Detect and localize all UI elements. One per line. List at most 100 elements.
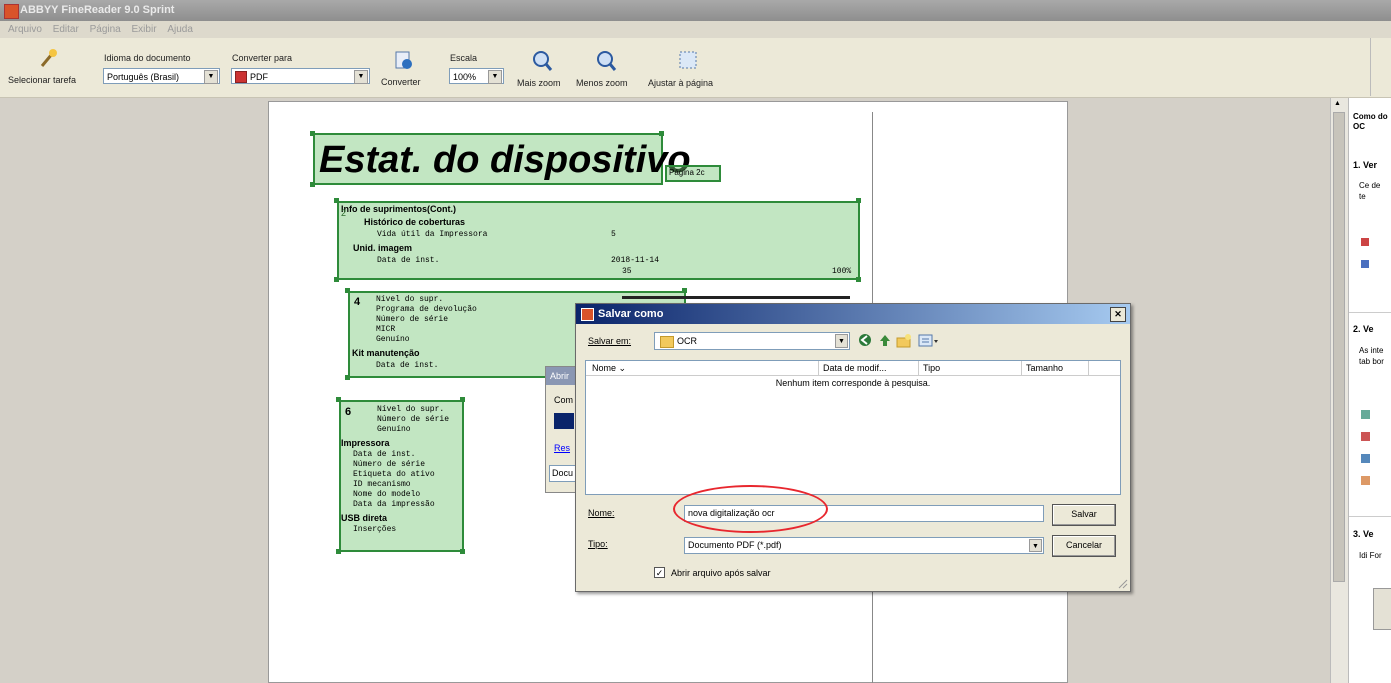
- zone4-line-5: Genuíno: [376, 335, 410, 344]
- menu-exibir[interactable]: Exibir: [132, 24, 157, 35]
- imaging-unit-heading: Unid. imagem: [353, 243, 413, 253]
- language-select[interactable]: Português (Brasil) ▼: [103, 68, 220, 84]
- wand-icon: [40, 49, 57, 67]
- zone-handle[interactable]: [856, 277, 861, 282]
- help-step-3-text: Idi For: [1359, 551, 1382, 560]
- menu-bar: Arquivo Editar Página Exibir Ajuda: [0, 21, 1391, 38]
- chevron-down-icon[interactable]: ▼: [488, 70, 502, 84]
- chevron-down-icon[interactable]: ▼: [1029, 539, 1042, 552]
- zone-handle[interactable]: [460, 397, 465, 402]
- folder-icon: [660, 336, 674, 348]
- level-bar: [622, 296, 850, 299]
- col-size[interactable]: Tamanho: [1022, 361, 1089, 375]
- file-type-select[interactable]: Documento PDF (*.pdf) ▼: [684, 537, 1044, 554]
- zone-handle[interactable]: [460, 549, 465, 554]
- zone-handle[interactable]: [659, 131, 664, 136]
- select-task-button[interactable]: Selecionar tarefa: [6, 48, 96, 92]
- zone-handle[interactable]: [682, 288, 687, 293]
- zone4-line-3: Número de série: [376, 315, 449, 324]
- save-in-value: OCR: [677, 336, 697, 346]
- help-heading: Como do OC: [1353, 112, 1388, 131]
- bg-dialog-link[interactable]: Res: [554, 443, 570, 453]
- install-date-label: Data de inst.: [377, 256, 440, 265]
- language-value: Português (Brasil): [107, 72, 180, 82]
- col-date[interactable]: Data de modif...: [819, 361, 919, 375]
- coverage-heading: Histórico de coberturas: [364, 217, 466, 227]
- close-icon[interactable]: ✕: [1110, 307, 1126, 322]
- convert-format-select[interactable]: PDF ▼: [231, 68, 370, 84]
- header-divider: [586, 375, 1120, 376]
- usb-heading: USB direta: [341, 513, 388, 523]
- view-menu-icon[interactable]: [918, 333, 940, 348]
- scroll-up-icon[interactable]: ▲: [1334, 100, 1341, 107]
- fit-page-icon: [679, 51, 697, 69]
- window-title: ABBYY FineReader 9.0 Sprint: [20, 4, 175, 16]
- help-step-1: 1. Ver: [1353, 160, 1378, 170]
- save-button[interactable]: Salvar: [1052, 504, 1116, 526]
- convert-format-value: PDF: [250, 72, 268, 82]
- zone-printer[interactable]: 6 Nível do supr. Número de série Genuíno…: [339, 400, 464, 552]
- zoom-out-icon: [597, 51, 617, 71]
- printer-life-label: Vida útil da Impressora: [377, 230, 488, 239]
- help-panel-button[interactable]: [1373, 588, 1391, 630]
- zone-supplies[interactable]: Info de suprimentos(Cont.) Histórico de …: [337, 201, 860, 280]
- file-list[interactable]: Nome ⌄ Data de modif... Tipo Tamanho Nen…: [585, 360, 1121, 495]
- zone-page-tag[interactable]: Página 2c: [665, 165, 721, 182]
- resize-grip-icon[interactable]: [1116, 577, 1128, 589]
- zone-handle[interactable]: [336, 549, 341, 554]
- save-in-select[interactable]: OCR ▼: [654, 332, 850, 350]
- convert-icon: [395, 51, 412, 69]
- menu-pagina[interactable]: Página: [90, 24, 121, 35]
- zone-number: 6: [345, 406, 352, 418]
- chevron-down-icon[interactable]: ▼: [204, 70, 218, 84]
- window-title-bar: ABBYY FineReader 9.0 Sprint: [0, 0, 1391, 21]
- zone-handle[interactable]: [334, 198, 339, 203]
- cancel-button[interactable]: Cancelar: [1052, 535, 1116, 557]
- chevron-down-icon[interactable]: ▼: [354, 70, 368, 84]
- zone6-line-b2: Número de série: [353, 460, 426, 469]
- empty-message: Nenhum item corresponde à pesquisa.: [775, 378, 931, 388]
- help-icon: [1361, 410, 1370, 419]
- zoom-in-button[interactable]: Mais zoom: [514, 50, 569, 94]
- help-icon: [1361, 238, 1369, 246]
- back-icon[interactable]: [858, 333, 873, 348]
- zoom-out-button[interactable]: Menos zoom: [573, 50, 638, 94]
- chevron-down-icon[interactable]: ▼: [835, 334, 848, 348]
- zone-handle[interactable]: [310, 131, 315, 136]
- zone6-insertions: Inserções: [353, 525, 397, 534]
- file-type-value: Documento PDF (*.pdf): [688, 540, 782, 550]
- col-type[interactable]: Tipo: [919, 361, 1022, 375]
- zone4-line-2: Programa de devolução: [376, 305, 477, 314]
- zone6-line-b5: Nome do modelo: [353, 490, 421, 499]
- menu-ajuda[interactable]: Ajuda: [167, 24, 193, 35]
- zone-handle[interactable]: [856, 198, 861, 203]
- new-folder-icon[interactable]: [896, 333, 912, 348]
- install-date-value: 2018-11-14: [611, 256, 660, 265]
- save-in-label: Salvar em:: [588, 336, 632, 346]
- vertical-scrollbar[interactable]: ▲: [1330, 98, 1348, 683]
- zone-handle[interactable]: [345, 375, 350, 380]
- menu-editar[interactable]: Editar: [53, 24, 79, 35]
- zone-title[interactable]: Estat. do dispositivo: [313, 133, 691, 185]
- printer-heading: Impressora: [341, 438, 390, 448]
- col-name[interactable]: Nome ⌄: [588, 361, 819, 375]
- open-after-save-checkbox[interactable]: ✓: [654, 567, 665, 578]
- help-step-1-text: Ce de te: [1359, 181, 1381, 201]
- zone4-line-4: MICR: [376, 325, 396, 334]
- toolbar: Selecionar tarefa Idioma do documento Po…: [0, 38, 1391, 98]
- zone-handle[interactable]: [334, 277, 339, 282]
- fit-page-button[interactable]: Ajustar à página: [645, 50, 730, 94]
- scroll-thumb[interactable]: [1333, 112, 1345, 582]
- zone-handle[interactable]: [310, 182, 315, 187]
- help-step-3: 3. Ve: [1353, 529, 1374, 539]
- convert-button[interactable]: Converter: [378, 50, 430, 94]
- bg-dialog-label: Com: [554, 395, 574, 405]
- zone6-line-a3: Genuíno: [377, 425, 411, 434]
- zone-handle[interactable]: [345, 288, 350, 293]
- zone-handle[interactable]: [336, 397, 341, 402]
- menu-arquivo[interactable]: Arquivo: [8, 24, 42, 35]
- open-after-save-label: Abrir arquivo após salvar: [671, 568, 771, 578]
- up-folder-icon[interactable]: [878, 333, 893, 348]
- scale-select[interactable]: 100% ▼: [449, 68, 504, 84]
- zone6-line-a1: Nível do supr.: [377, 405, 445, 414]
